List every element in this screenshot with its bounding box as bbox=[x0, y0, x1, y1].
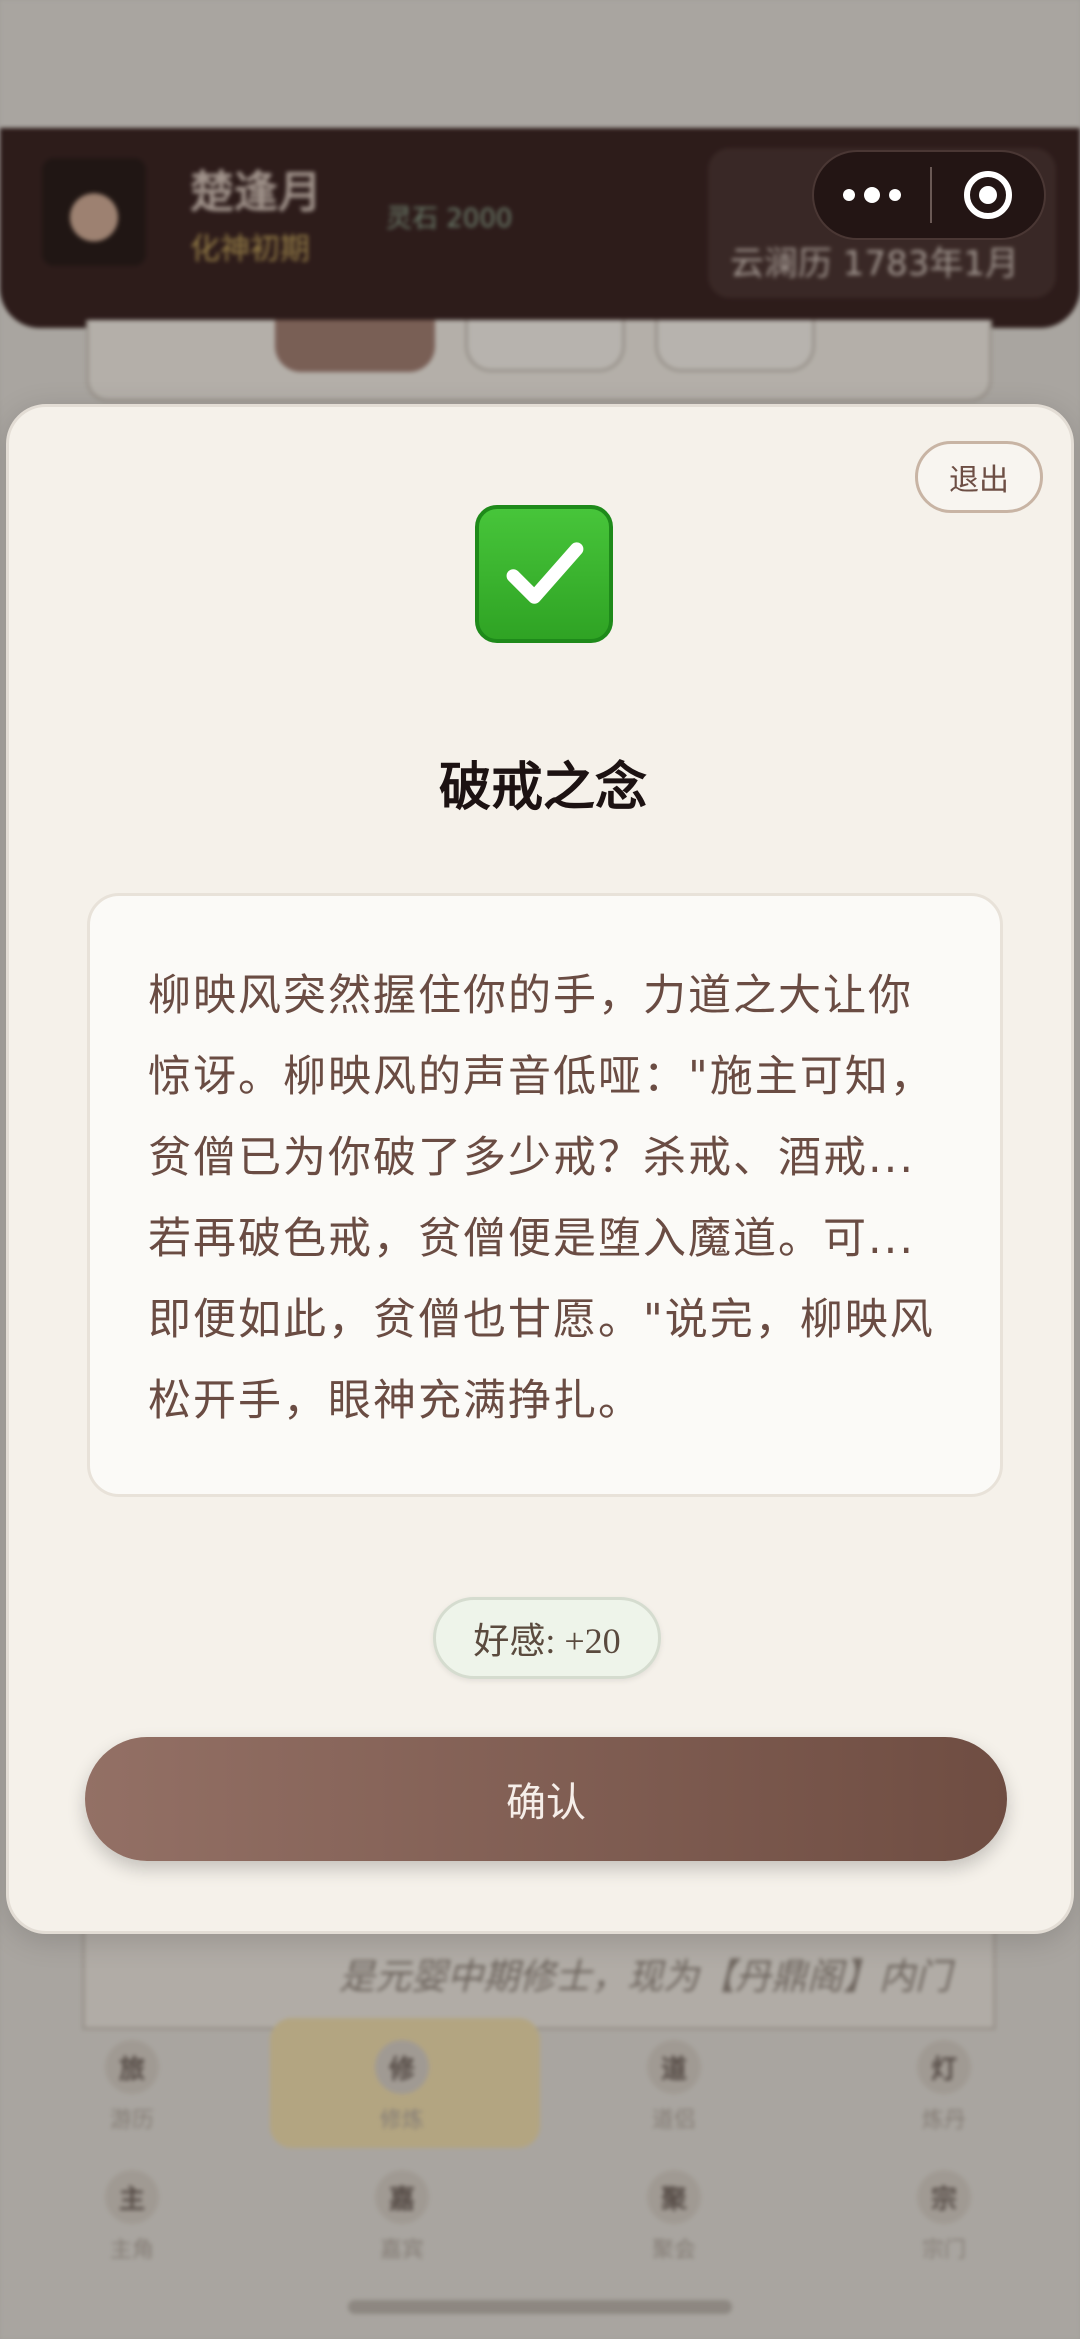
story-panel: 柳映风突然握住你的手，力道之大让你惊讶。柳映风的声音低哑："施主可知，贫僧已为你… bbox=[87, 893, 1003, 1497]
story-text: 柳映风突然握住你的手，力道之大让你惊讶。柳映风的声音低哑："施主可知，贫僧已为你… bbox=[148, 971, 935, 1426]
confirm-button[interactable]: 确认 bbox=[85, 1737, 1007, 1861]
favor-change-badge: 好感: +20 bbox=[433, 1597, 661, 1679]
more-dots-icon bbox=[843, 189, 855, 201]
check-mark-button-icon bbox=[475, 505, 613, 643]
more-options-button[interactable] bbox=[814, 152, 930, 238]
exit-button[interactable]: 退出 bbox=[915, 441, 1043, 513]
close-miniprogram-button[interactable] bbox=[932, 152, 1044, 238]
dialog-title: 破戒之念 bbox=[438, 758, 647, 818]
target-circle-icon bbox=[964, 171, 1012, 219]
more-dots-icon bbox=[864, 187, 880, 203]
capsule-control bbox=[812, 150, 1046, 240]
more-dots-icon bbox=[889, 189, 901, 201]
event-dialog: 退出 破戒之念 柳映风突然握住你的手，力道之大让你惊讶。柳映风的声音低哑："施主… bbox=[6, 404, 1074, 1934]
